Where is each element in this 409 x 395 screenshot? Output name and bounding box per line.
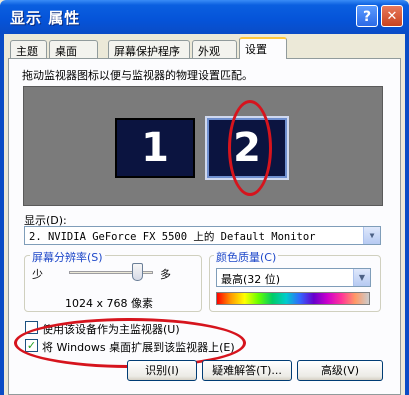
tab-screensaver[interactable]: 屏幕保护程序 xyxy=(108,40,190,58)
window-frame-right xyxy=(405,34,409,395)
color-quality-title: 颜色质量(C) xyxy=(214,249,279,265)
help-button[interactable]: ? xyxy=(356,5,378,27)
drag-hint-text: 拖动监视器图标以便与监视器的物理设置匹配。 xyxy=(22,69,253,82)
tab-desktop[interactable]: 桌面 xyxy=(49,40,98,58)
resolution-slider-thumb[interactable] xyxy=(132,263,143,281)
chevron-down-icon[interactable]: ▼ xyxy=(353,269,370,286)
resolution-value: 1024 x 768 像素 xyxy=(65,297,153,310)
close-button[interactable]: ✕ xyxy=(381,5,403,27)
tab-themes[interactable]: 主题 xyxy=(10,40,47,58)
troubleshoot-button[interactable]: 疑难解答(T)... xyxy=(202,360,292,381)
window-frame-left xyxy=(0,34,4,395)
resolution-min-label: 少 xyxy=(32,268,43,281)
red-annotation-ellipse-monitor xyxy=(228,100,272,196)
resolution-max-label: 多 xyxy=(160,268,171,281)
window-title: 显示 属性 xyxy=(10,9,81,27)
monitor-1-icon[interactable]: 1 xyxy=(115,118,195,178)
title-bar: 显示 属性 ? ✕ xyxy=(0,0,409,34)
color-quality-value: 最高(32 位) xyxy=(221,273,281,286)
color-spectrum-bar xyxy=(216,292,370,305)
resolution-title: 屏幕分辨率(S) xyxy=(30,249,105,265)
display-select[interactable]: 2. NVIDIA GeForce FX 5500 上的 Default Mon… xyxy=(24,226,381,245)
chevron-down-icon[interactable]: ▼ xyxy=(363,227,380,244)
tab-settings[interactable]: 设置 xyxy=(239,37,287,59)
advanced-button[interactable]: 高级(V) xyxy=(297,360,383,381)
tab-appearance[interactable]: 外观 xyxy=(192,40,237,58)
color-quality-select[interactable]: 最高(32 位) ▼ xyxy=(216,268,371,287)
display-select-value: 2. NVIDIA GeForce FX 5500 上的 Default Mon… xyxy=(29,231,316,243)
monitor-arrangement-area xyxy=(23,86,383,206)
identify-button[interactable]: 识别(I) xyxy=(127,360,197,381)
